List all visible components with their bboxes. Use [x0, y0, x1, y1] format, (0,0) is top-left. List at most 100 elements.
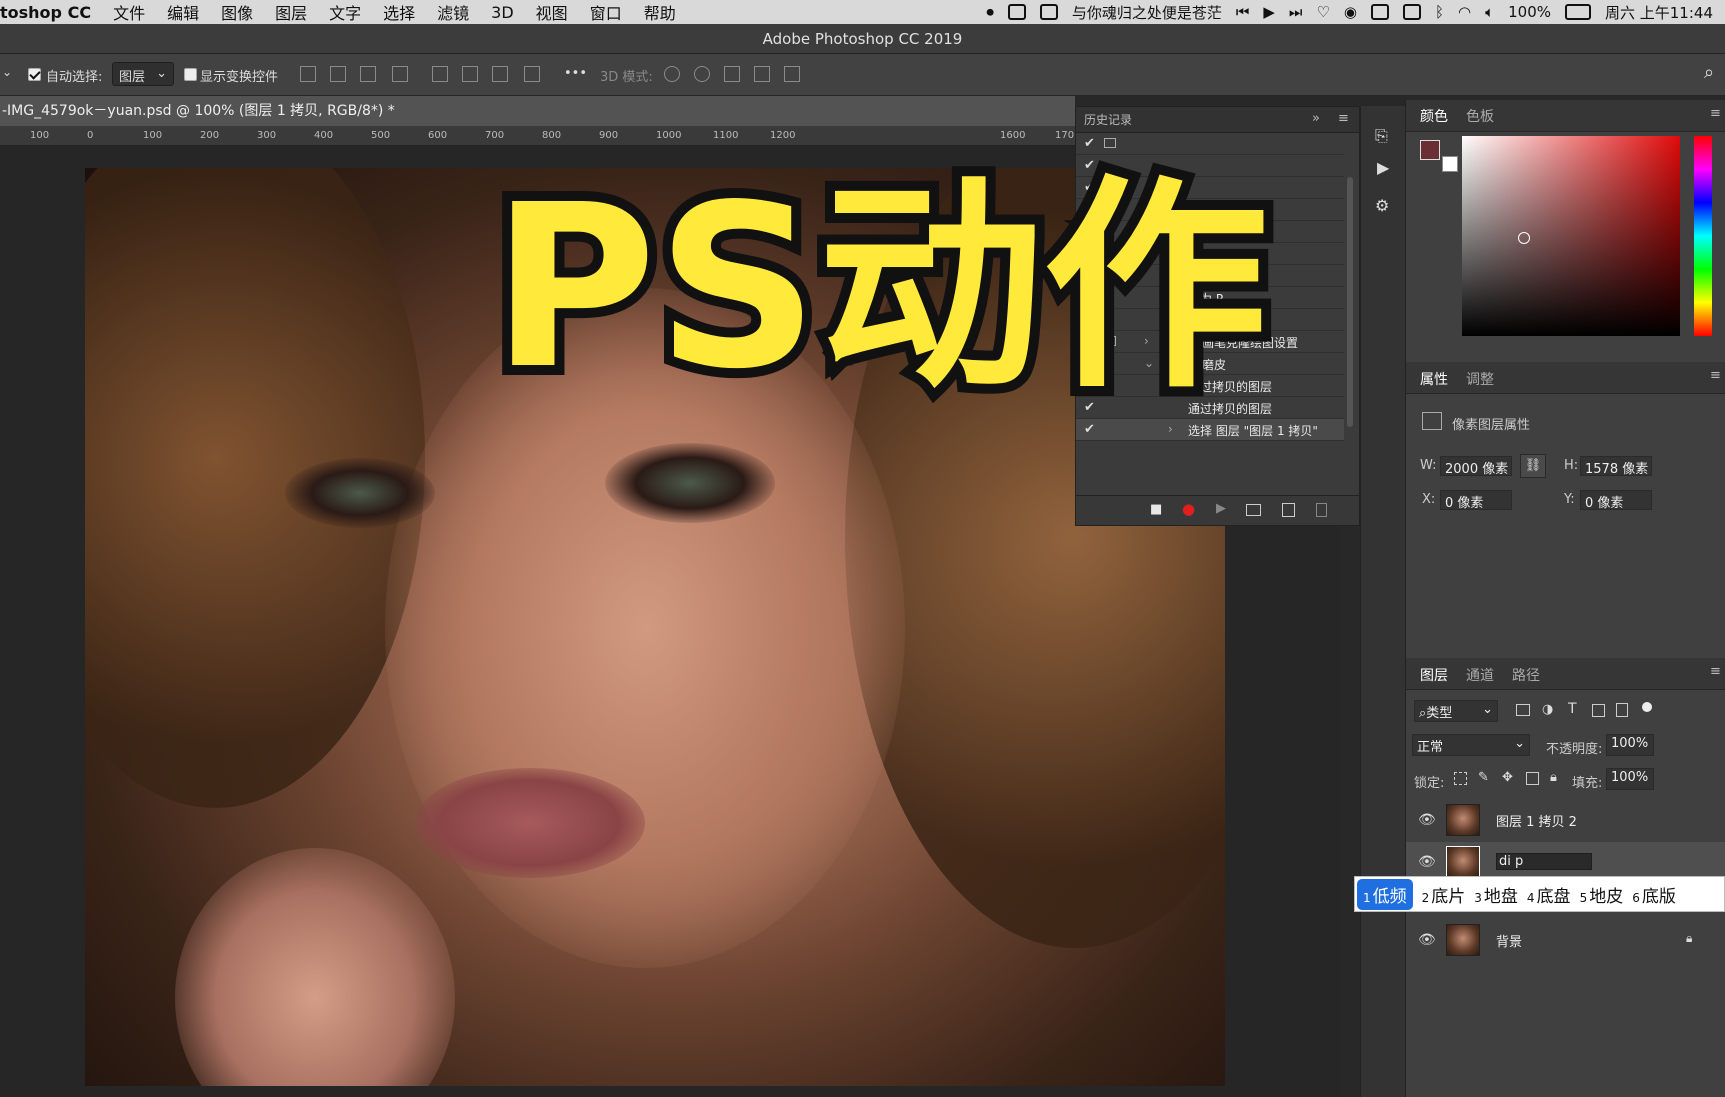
- lock-brush-icon[interactable]: ✎: [1478, 770, 1489, 785]
- actions-panel-icon[interactable]: ▶: [1377, 158, 1389, 177]
- prev-track-icon[interactable]: ⏮: [1236, 3, 1250, 21]
- new-action-icon[interactable]: [1282, 503, 1295, 517]
- filter-type-icon[interactable]: T: [1568, 701, 1577, 717]
- tab-layers[interactable]: 图层: [1420, 665, 1448, 685]
- menu-select[interactable]: 选择: [383, 0, 415, 24]
- hue-slider[interactable]: [1694, 136, 1712, 336]
- width-field[interactable]: 2000 像素: [1440, 456, 1512, 477]
- filter-shape-icon[interactable]: [1592, 704, 1605, 717]
- layer-name[interactable]: 图层 1 拷贝 2: [1496, 811, 1577, 830]
- collapse-icon[interactable]: »: [1312, 111, 1320, 126]
- distribute-h-icon[interactable]: [392, 66, 408, 82]
- auto-select-checkbox[interactable]: [28, 68, 41, 81]
- stop-icon[interactable]: ■: [1150, 502, 1162, 517]
- clock[interactable]: 周六 上午11:44: [1605, 2, 1713, 23]
- menu-window[interactable]: 窗口: [590, 0, 622, 24]
- brush-settings-icon[interactable]: ⚙: [1375, 196, 1389, 215]
- eye-icon[interactable]: 👁︎: [1418, 854, 1436, 870]
- tab-adjustments[interactable]: 调整: [1466, 369, 1494, 389]
- tab-swatches[interactable]: 色板: [1466, 106, 1494, 126]
- layer-filter-dropdown[interactable]: ⌕类型 ⌄: [1414, 700, 1498, 722]
- history-scrollbar[interactable]: [1347, 177, 1353, 427]
- 3d-scale-icon[interactable]: [784, 66, 800, 82]
- lock-position-icon[interactable]: ✥: [1502, 770, 1513, 785]
- chevron-right-icon[interactable]: ›: [1168, 422, 1173, 436]
- menu-3d[interactable]: 3D: [491, 3, 514, 22]
- netease-icon[interactable]: ◉: [1344, 3, 1357, 21]
- distribute-v-icon[interactable]: [524, 66, 540, 82]
- menu-filter[interactable]: 滤镜: [437, 0, 469, 24]
- document-tab[interactable]: -IMG_4579ok－yuan.psd @ 100% (图层 1 拷贝, RG…: [0, 96, 1075, 126]
- wps-icon[interactable]: [1039, 4, 1058, 20]
- input-grid-icon[interactable]: [1402, 4, 1421, 20]
- filter-adjustment-icon[interactable]: ◑: [1542, 702, 1553, 717]
- link-icon[interactable]: ⛓︎: [1520, 454, 1546, 478]
- play-icon[interactable]: ▶: [1216, 501, 1226, 516]
- menu-type[interactable]: 文字: [329, 0, 361, 24]
- tab-color[interactable]: 颜色: [1420, 106, 1448, 126]
- screen-icon[interactable]: [1370, 4, 1389, 20]
- trash-icon[interactable]: [1316, 503, 1327, 517]
- ime-candidate[interactable]: 5 地皮: [1580, 882, 1624, 907]
- 3d-drag-icon[interactable]: [724, 66, 740, 82]
- heart-icon[interactable]: ♡: [1316, 3, 1329, 21]
- panel-menu-icon[interactable]: ≡: [1710, 106, 1721, 121]
- tab-properties[interactable]: 属性: [1420, 369, 1448, 389]
- ime-candidate[interactable]: 3 地盘: [1474, 882, 1518, 907]
- color-picker-handle[interactable]: [1518, 232, 1530, 244]
- background-color-swatch[interactable]: [1442, 156, 1458, 172]
- filter-toggle-icon[interactable]: [1642, 702, 1652, 712]
- lock-transparency-icon[interactable]: [1454, 772, 1467, 785]
- folder-icon[interactable]: [1246, 504, 1261, 516]
- ime-candidate[interactable]: 4 底盘: [1527, 882, 1571, 907]
- height-field[interactable]: 1578 像素: [1580, 456, 1652, 477]
- layer-row[interactable]: 👁︎ 图层 1 拷贝 2: [1406, 800, 1725, 840]
- search-icon[interactable]: ⌕: [1704, 62, 1714, 83]
- eye-icon[interactable]: 👁︎: [1418, 812, 1436, 828]
- battery-icon[interactable]: [1565, 4, 1591, 20]
- history-item-selected[interactable]: ✔ › 选择 图层 "图层 1 拷贝": [1076, 419, 1344, 441]
- menu-edit[interactable]: 编辑: [167, 0, 199, 24]
- filter-smart-object-icon[interactable]: [1616, 703, 1628, 717]
- align-right-icon[interactable]: [360, 66, 376, 82]
- panel-menu-icon[interactable]: ≡: [1710, 368, 1721, 383]
- history-panel-icon[interactable]: ⎘: [1375, 126, 1388, 146]
- more-options-button[interactable]: •••: [564, 66, 587, 81]
- menu-layer[interactable]: 图层: [275, 0, 307, 24]
- filter-pixel-icon[interactable]: [1516, 704, 1530, 716]
- app-status-icon[interactable]: [1007, 4, 1026, 20]
- align-top-icon[interactable]: [432, 66, 448, 82]
- record-icon[interactable]: ⏺: [986, 3, 994, 21]
- align-left-icon[interactable]: [300, 66, 316, 82]
- dialog-toggle-icon[interactable]: [1104, 138, 1116, 148]
- 3d-slide-icon[interactable]: [754, 66, 770, 82]
- menu-file[interactable]: 文件: [113, 0, 145, 24]
- eye-icon[interactable]: 👁︎: [1418, 932, 1436, 948]
- opacity-field[interactable]: 100%: [1606, 734, 1654, 756]
- now-playing[interactable]: 与你魂归之处便是苍茫: [1072, 2, 1222, 23]
- layer-row[interactable]: 👁︎ 背景 🔒︎: [1406, 920, 1725, 960]
- menu-help[interactable]: 帮助: [644, 0, 676, 24]
- play-icon[interactable]: ▶: [1263, 3, 1275, 21]
- tool-preset-chevron-icon[interactable]: ⌄: [2, 65, 12, 79]
- color-field[interactable]: [1462, 136, 1680, 336]
- ime-candidate[interactable]: 6 底版: [1632, 882, 1676, 907]
- bluetooth-icon[interactable]: ᛒ: [1435, 3, 1444, 21]
- layer-name[interactable]: 背景: [1496, 931, 1522, 950]
- next-track-icon[interactable]: ⏭: [1289, 3, 1303, 21]
- tab-paths[interactable]: 路径: [1512, 665, 1540, 685]
- app-menu[interactable]: toshop CC: [0, 3, 91, 22]
- wifi-icon[interactable]: ◠: [1458, 3, 1471, 21]
- ime-candidate-selected[interactable]: 1 低频: [1357, 878, 1413, 910]
- fill-field[interactable]: 100%: [1606, 768, 1654, 790]
- show-transform-checkbox[interactable]: [184, 68, 197, 81]
- blend-mode-dropdown[interactable]: 正常 ⌄: [1412, 734, 1530, 756]
- menu-image[interactable]: 图像: [221, 0, 253, 24]
- panel-menu-icon[interactable]: ≡: [1338, 111, 1349, 126]
- foreground-color-swatch[interactable]: [1420, 140, 1440, 160]
- auto-select-target-dropdown[interactable]: 图层 ⌄: [112, 62, 174, 86]
- align-hcenter-icon[interactable]: [330, 66, 346, 82]
- y-field[interactable]: 0 像素: [1580, 490, 1652, 511]
- record-icon[interactable]: ●: [1182, 500, 1195, 518]
- volume-icon[interactable]: 🔈︎: [1485, 3, 1494, 21]
